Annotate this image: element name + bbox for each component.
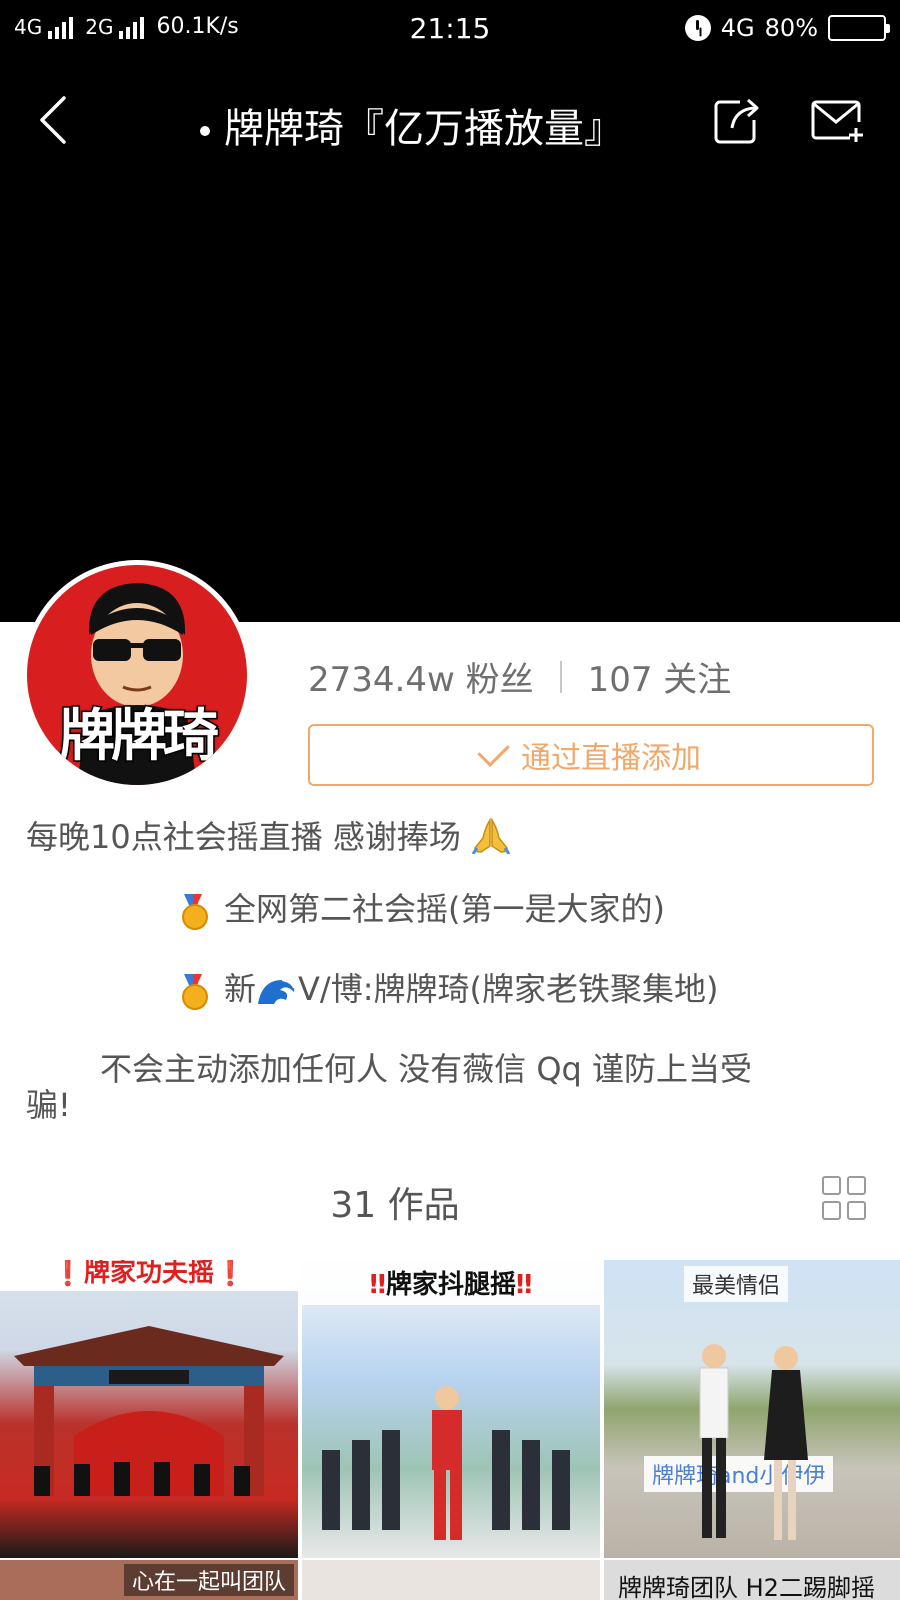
works-count: 31 作品 [330, 1185, 460, 1226]
couple-image [699, 1344, 808, 1540]
network-type-3: 4G [720, 14, 755, 42]
back-button[interactable] [28, 90, 88, 150]
battery-icon [828, 15, 890, 41]
video-thumbnail[interactable]: 牌牌琦团队 H2二踢脚摇 [604, 1560, 900, 1600]
add-via-live-label: 通过直播添加 [521, 741, 701, 776]
bio-line-4: 不会主动添加任何人 没有薇信 Qq 谨防上当受 [100, 1050, 753, 1088]
thumbnail-caption: 心在一起叫团队 [124, 1564, 295, 1596]
bio-line-1-text: 每晚10点社会摇直播 感谢捧场 [26, 818, 461, 856]
fans-count[interactable]: 2734.4w 粉丝 [308, 652, 534, 701]
share-button[interactable] [712, 96, 762, 146]
gate-image [14, 1326, 284, 1496]
bio-line-1: 每晚10点社会摇直播 感谢捧场 [26, 812, 511, 858]
avatar-image: 牌牌琦 [27, 565, 247, 785]
stats-divider [559, 660, 562, 693]
medal-icon [180, 894, 208, 930]
status-right: 4G 80% [684, 14, 890, 42]
thumbnail-caption: ❗牌家功夫摇❗ [0, 1260, 298, 1291]
works-grid: ❗牌家功夫摇❗ ‼牌家抖腿摇‼ 最美情侣 牌牌琦and小伊伊 心在一起叫团队 牌… [0, 1260, 900, 1600]
add-via-live-button[interactable]: 通过直播添加 [308, 724, 874, 786]
video-thumbnail[interactable] [302, 1560, 600, 1600]
page-title: 牌牌琦『亿万播放量』 [200, 96, 690, 154]
bio-line-3-prefix: 新 [224, 970, 257, 1008]
video-thumbnail[interactable]: 心在一起叫团队 [0, 1560, 298, 1600]
battery-percent: 80% [764, 14, 818, 42]
check-icon [477, 734, 510, 768]
status-bar: 4G 2G 60.1K/s 21:15 4G 80% [0, 0, 900, 62]
works-header: 31 作品 [0, 1176, 900, 1228]
page-title-text: 牌牌琦『亿万播放量』 [224, 106, 624, 152]
bio-line-2: 全网第二社会摇(第一是大家的) [180, 884, 665, 930]
video-thumbnail[interactable]: ‼牌家抖腿摇‼ [302, 1260, 600, 1558]
profile-stats: 2734.4w 粉丝 107 关注 [308, 652, 731, 701]
title-dot [200, 126, 210, 136]
avatar[interactable]: 牌牌琦 [22, 560, 252, 790]
grid-view-icon[interactable] [822, 1176, 866, 1220]
bio-line-3: 新 V/博:牌牌琦(牌家老铁聚集地) [180, 964, 718, 1010]
dancers-image [322, 1386, 570, 1540]
pray-icon [471, 818, 511, 854]
following-count[interactable]: 107 关注 [588, 652, 732, 701]
wave-icon [258, 979, 295, 1004]
mail-add-icon [811, 100, 863, 142]
video-thumbnail[interactable]: ❗牌家功夫摇❗ [0, 1260, 298, 1558]
alarm-icon [684, 15, 711, 41]
message-button[interactable] [810, 98, 868, 144]
share-icon [714, 98, 759, 144]
bio-line-2-text: 全网第二社会摇(第一是大家的) [224, 890, 665, 928]
bio-line-5: 骗! [26, 1086, 71, 1124]
video-thumbnail[interactable]: 最美情侣 牌牌琦and小伊伊 [604, 1260, 900, 1558]
back-icon [40, 96, 66, 144]
bio-line-3-text: V/博:牌牌琦(牌家老铁聚集地) [298, 970, 719, 1008]
medal-icon [180, 974, 208, 1010]
avatar-text: 牌牌琦 [58, 703, 221, 771]
thumbnail-caption: 牌牌琦团队 H2二踢脚摇 [618, 1574, 875, 1600]
